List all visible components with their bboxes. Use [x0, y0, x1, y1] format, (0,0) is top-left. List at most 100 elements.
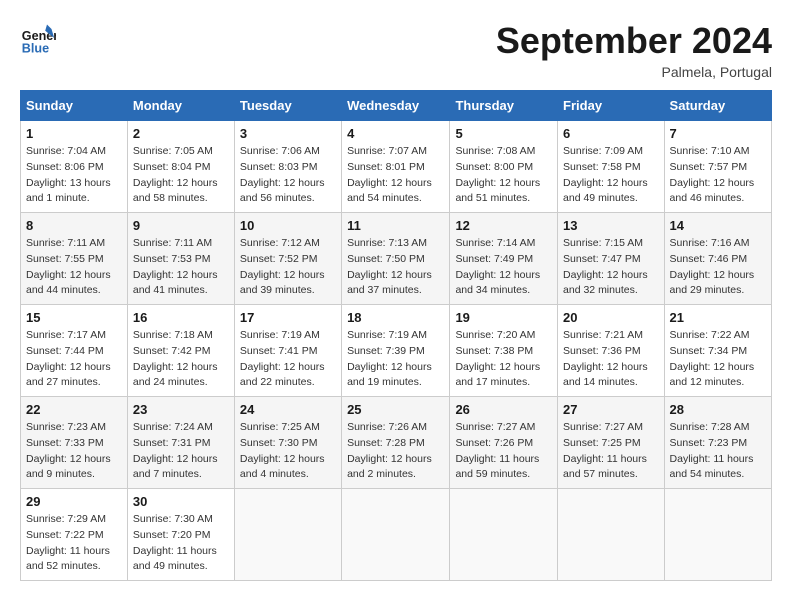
- day-detail: Sunrise: 7:24 AMSunset: 7:31 PMDaylight:…: [133, 420, 229, 483]
- day-detail: Sunrise: 7:27 AMSunset: 7:26 PMDaylight:…: [455, 420, 552, 483]
- day-number: 28: [670, 402, 766, 417]
- calendar-cell: 17 Sunrise: 7:19 AMSunset: 7:41 PMDayligh…: [234, 305, 341, 397]
- day-number: 1: [26, 126, 122, 141]
- day-number: 19: [455, 310, 552, 325]
- day-number: 20: [563, 310, 659, 325]
- day-number: 4: [347, 126, 444, 141]
- calendar-cell: 7 Sunrise: 7:10 AMSunset: 7:57 PMDaylight…: [664, 121, 771, 213]
- day-detail: Sunrise: 7:12 AMSunset: 7:52 PMDaylight:…: [240, 236, 336, 299]
- calendar-cell: 25Sunrise: 7:26 AMSunset: 7:28 PMDayligh…: [342, 397, 450, 489]
- calendar-cell: [558, 489, 665, 581]
- page-header: General Blue September 2024 Palmela, Por…: [20, 20, 772, 80]
- day-number: 8: [26, 218, 122, 233]
- day-number: 11: [347, 218, 444, 233]
- subtitle: Palmela, Portugal: [496, 64, 772, 80]
- calendar-cell: 9 Sunrise: 7:11 AMSunset: 7:53 PMDaylight…: [127, 213, 234, 305]
- day-number: 9: [133, 218, 229, 233]
- calendar-cell: 21 Sunrise: 7:22 AMSunset: 7:34 PMDayligh…: [664, 305, 771, 397]
- day-number: 14: [670, 218, 766, 233]
- calendar-cell: 18 Sunrise: 7:19 AMSunset: 7:39 PMDayligh…: [342, 305, 450, 397]
- day-number: 29: [26, 494, 122, 509]
- day-detail: Sunrise: 7:21 AMSunset: 7:36 PMDaylight:…: [563, 328, 659, 391]
- day-number: 21: [670, 310, 766, 325]
- day-number: 24: [240, 402, 336, 417]
- day-detail: Sunrise: 7:19 AMSunset: 7:41 PMDaylight:…: [240, 328, 336, 391]
- day-detail: Sunrise: 7:06 AMSunset: 8:03 PMDaylight:…: [240, 144, 336, 207]
- col-header-sunday: Sunday: [21, 91, 128, 121]
- week-row-4: 22 Sunrise: 7:23 AMSunset: 7:33 PMDayligh…: [21, 397, 772, 489]
- calendar-cell: 10 Sunrise: 7:12 AMSunset: 7:52 PMDayligh…: [234, 213, 341, 305]
- day-number: 26: [455, 402, 552, 417]
- calendar-cell: 1 Sunrise: 7:04 AMSunset: 8:06 PMDaylight…: [21, 121, 128, 213]
- calendar-cell: [450, 489, 558, 581]
- calendar-table: SundayMondayTuesdayWednesdayThursdayFrid…: [20, 90, 772, 581]
- col-header-tuesday: Tuesday: [234, 91, 341, 121]
- day-number: 7: [670, 126, 766, 141]
- day-number: 2: [133, 126, 229, 141]
- day-detail: Sunrise: 7:10 AMSunset: 7:57 PMDaylight:…: [670, 144, 766, 207]
- day-number: 27: [563, 402, 659, 417]
- week-row-2: 8 Sunrise: 7:11 AMSunset: 7:55 PMDaylight…: [21, 213, 772, 305]
- calendar-cell: 28 Sunrise: 7:28 AMSunset: 7:23 PMDayligh…: [664, 397, 771, 489]
- calendar-cell: 29 Sunrise: 7:29 AMSunset: 7:22 PMDayligh…: [21, 489, 128, 581]
- calendar-cell: 23 Sunrise: 7:24 AMSunset: 7:31 PMDayligh…: [127, 397, 234, 489]
- day-detail: Sunrise: 7:25 AMSunset: 7:30 PMDaylight:…: [240, 420, 336, 483]
- day-number: 25: [347, 402, 444, 417]
- day-detail: Sunrise: 7:27 AMSunset: 7:25 PMDaylight:…: [563, 420, 659, 483]
- day-detail: Sunrise: 7:18 AMSunset: 7:42 PMDaylight:…: [133, 328, 229, 391]
- day-detail: Sunrise: 7:30 AMSunset: 7:20 PMDaylight:…: [133, 512, 229, 575]
- day-detail: Sunrise: 7:15 AMSunset: 7:47 PMDaylight:…: [563, 236, 659, 299]
- day-detail: Sunrise: 7:22 AMSunset: 7:34 PMDaylight:…: [670, 328, 766, 391]
- calendar-cell: 26 Sunrise: 7:27 AMSunset: 7:26 PMDayligh…: [450, 397, 558, 489]
- col-header-monday: Monday: [127, 91, 234, 121]
- day-detail: Sunrise: 7:28 AMSunset: 7:23 PMDaylight:…: [670, 420, 766, 483]
- day-number: 13: [563, 218, 659, 233]
- day-detail: Sunrise: 7:04 AMSunset: 8:06 PMDaylight:…: [26, 144, 122, 207]
- day-detail: Sunrise: 7:29 AMSunset: 7:22 PMDaylight:…: [26, 512, 122, 575]
- col-header-saturday: Saturday: [664, 91, 771, 121]
- day-number: 10: [240, 218, 336, 233]
- week-row-3: 15 Sunrise: 7:17 AMSunset: 7:44 PMDayligh…: [21, 305, 772, 397]
- day-number: 6: [563, 126, 659, 141]
- day-number: 15: [26, 310, 122, 325]
- day-detail: Sunrise: 7:11 AMSunset: 7:55 PMDaylight:…: [26, 236, 122, 299]
- calendar-cell: 5Sunrise: 7:08 AMSunset: 8:00 PMDaylight…: [450, 121, 558, 213]
- day-number: 3: [240, 126, 336, 141]
- day-detail: Sunrise: 7:19 AMSunset: 7:39 PMDaylight:…: [347, 328, 444, 391]
- day-number: 18: [347, 310, 444, 325]
- day-detail: Sunrise: 7:17 AMSunset: 7:44 PMDaylight:…: [26, 328, 122, 391]
- day-detail: Sunrise: 7:14 AMSunset: 7:49 PMDaylight:…: [455, 236, 552, 299]
- day-detail: Sunrise: 7:05 AMSunset: 8:04 PMDaylight:…: [133, 144, 229, 207]
- day-number: 5: [455, 126, 552, 141]
- calendar-cell: 13 Sunrise: 7:15 AMSunset: 7:47 PMDayligh…: [558, 213, 665, 305]
- col-header-friday: Friday: [558, 91, 665, 121]
- col-header-wednesday: Wednesday: [342, 91, 450, 121]
- calendar-cell: 2 Sunrise: 7:05 AMSunset: 8:04 PMDaylight…: [127, 121, 234, 213]
- day-detail: Sunrise: 7:09 AMSunset: 7:58 PMDaylight:…: [563, 144, 659, 207]
- day-number: 30: [133, 494, 229, 509]
- week-row-5: 29 Sunrise: 7:29 AMSunset: 7:22 PMDayligh…: [21, 489, 772, 581]
- calendar-cell: 8 Sunrise: 7:11 AMSunset: 7:55 PMDaylight…: [21, 213, 128, 305]
- calendar-cell: 20 Sunrise: 7:21 AMSunset: 7:36 PMDayligh…: [558, 305, 665, 397]
- calendar-cell: 11Sunrise: 7:13 AMSunset: 7:50 PMDayligh…: [342, 213, 450, 305]
- month-title: September 2024: [496, 20, 772, 62]
- calendar-cell: 3 Sunrise: 7:06 AMSunset: 8:03 PMDaylight…: [234, 121, 341, 213]
- calendar-cell: 19Sunrise: 7:20 AMSunset: 7:38 PMDayligh…: [450, 305, 558, 397]
- week-row-1: 1 Sunrise: 7:04 AMSunset: 8:06 PMDaylight…: [21, 121, 772, 213]
- day-detail: Sunrise: 7:23 AMSunset: 7:33 PMDaylight:…: [26, 420, 122, 483]
- calendar-cell: 15 Sunrise: 7:17 AMSunset: 7:44 PMDayligh…: [21, 305, 128, 397]
- svg-text:Blue: Blue: [22, 41, 49, 55]
- col-header-thursday: Thursday: [450, 91, 558, 121]
- day-number: 22: [26, 402, 122, 417]
- calendar-cell: 30 Sunrise: 7:30 AMSunset: 7:20 PMDayligh…: [127, 489, 234, 581]
- day-number: 23: [133, 402, 229, 417]
- day-number: 17: [240, 310, 336, 325]
- day-detail: Sunrise: 7:16 AMSunset: 7:46 PMDaylight:…: [670, 236, 766, 299]
- calendar-cell: [234, 489, 341, 581]
- logo: General Blue: [20, 20, 56, 56]
- day-detail: Sunrise: 7:11 AMSunset: 7:53 PMDaylight:…: [133, 236, 229, 299]
- calendar-cell: 16Sunrise: 7:18 AMSunset: 7:42 PMDayligh…: [127, 305, 234, 397]
- title-block: September 2024 Palmela, Portugal: [496, 20, 772, 80]
- calendar-cell: 14 Sunrise: 7:16 AMSunset: 7:46 PMDayligh…: [664, 213, 771, 305]
- calendar-cell: 22 Sunrise: 7:23 AMSunset: 7:33 PMDayligh…: [21, 397, 128, 489]
